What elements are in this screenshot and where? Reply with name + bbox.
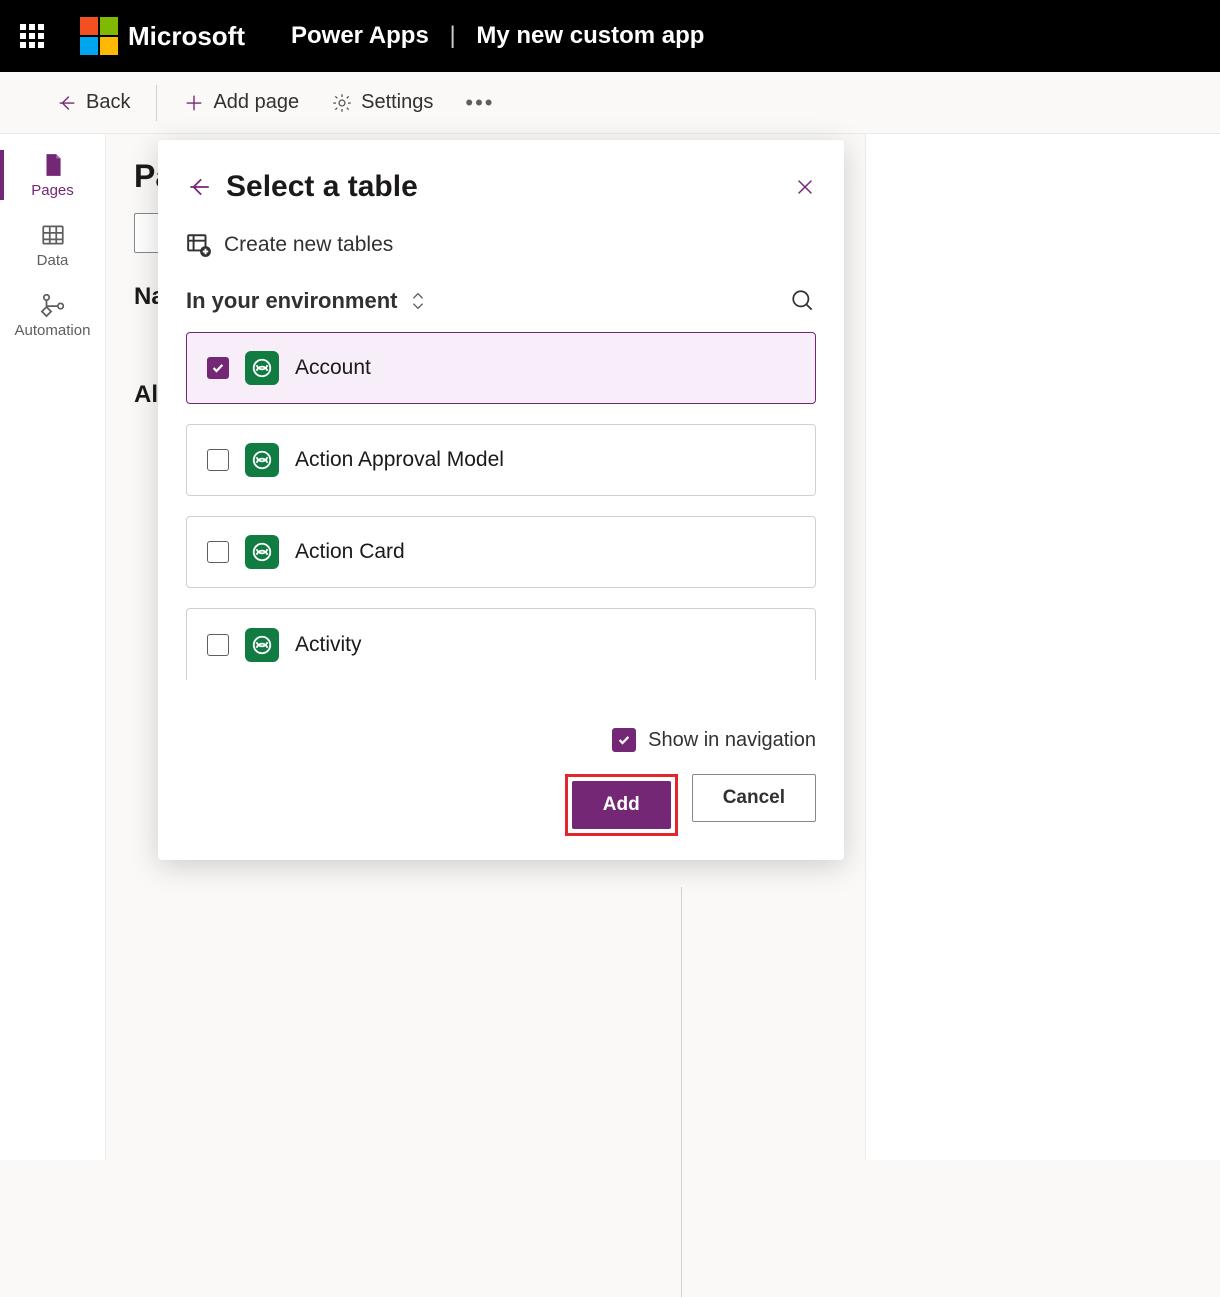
show-in-nav-label: Show in navigation: [648, 729, 816, 752]
gear-icon: [331, 92, 353, 114]
table-row[interactable]: Action Card: [186, 516, 816, 588]
back-label: Back: [86, 91, 130, 114]
checkbox[interactable]: [207, 634, 229, 656]
ellipsis-icon: •••: [465, 90, 494, 116]
table-name: Action Card: [295, 540, 405, 564]
dataverse-table-icon: [245, 351, 279, 385]
create-new-label: Create new tables: [224, 233, 393, 257]
settings-button[interactable]: Settings: [325, 87, 439, 118]
environment-filter[interactable]: In your environment: [186, 288, 816, 314]
dialog-header: Select a table: [186, 170, 816, 204]
dataverse-table-icon: [245, 535, 279, 569]
dataverse-table-icon: [245, 443, 279, 477]
page-icon: [40, 152, 66, 178]
table-name: Activity: [295, 633, 362, 657]
left-rail: Pages Data Automation: [0, 134, 106, 1160]
divider: [156, 85, 157, 121]
create-new-tables-button[interactable]: Create new tables: [186, 232, 816, 258]
add-page-label: Add page: [213, 91, 299, 114]
app-launcher-icon[interactable]: [20, 24, 44, 48]
rail-label: Data: [37, 252, 69, 269]
app-breadcrumb: Power Apps | My new custom app: [291, 22, 704, 50]
dialog-footer: Add Cancel: [186, 774, 816, 836]
table-icon: [40, 222, 66, 248]
arrow-left-icon: [56, 92, 78, 114]
breadcrumb-separator: |: [449, 22, 455, 49]
table-row[interactable]: Action Approval Model: [186, 424, 816, 496]
checkbox[interactable]: [207, 449, 229, 471]
global-header: Microsoft Power Apps | My new custom app: [0, 0, 1220, 72]
dialog-back-icon[interactable]: [186, 174, 212, 200]
table-row[interactable]: Account: [186, 332, 816, 404]
rail-item-pages[interactable]: Pages: [5, 140, 101, 210]
microsoft-logo-icon: [80, 17, 118, 55]
select-table-dialog: Select a table Create new tables In your…: [158, 140, 844, 860]
add-page-button[interactable]: Add page: [177, 87, 305, 118]
env-label: In your environment: [186, 288, 397, 314]
plus-icon: [183, 92, 205, 114]
app-title[interactable]: My new custom app: [476, 22, 704, 49]
command-bar: Back Add page Settings •••: [0, 72, 1220, 134]
checkbox[interactable]: [207, 541, 229, 563]
brand-label: Microsoft: [128, 21, 245, 52]
dataverse-table-icon: [245, 628, 279, 662]
table-name: Account: [295, 356, 371, 380]
rail-label: Pages: [31, 182, 74, 199]
rail-item-automation[interactable]: Automation: [5, 280, 101, 350]
close-icon[interactable]: [794, 176, 816, 198]
checkbox[interactable]: [612, 728, 636, 752]
table-row[interactable]: Activity: [186, 608, 816, 680]
more-button[interactable]: •••: [459, 86, 500, 120]
back-button[interactable]: Back: [50, 87, 136, 118]
add-button[interactable]: Add: [572, 781, 671, 829]
dialog-title: Select a table: [226, 170, 780, 204]
cancel-button[interactable]: Cancel: [692, 774, 816, 822]
sort-icon: [409, 290, 427, 312]
add-label: Add: [603, 794, 640, 816]
rail-label: Automation: [15, 322, 91, 339]
flow-icon: [40, 292, 66, 318]
show-in-nav-option[interactable]: Show in navigation: [186, 728, 816, 752]
table-list: Account Action Approval Model Action Car…: [186, 332, 816, 724]
highlight-annotation: Add: [565, 774, 678, 836]
column-divider: [681, 887, 682, 1297]
cancel-label: Cancel: [723, 787, 785, 809]
preview-panel: [865, 134, 1220, 1160]
app-product[interactable]: Power Apps: [291, 22, 429, 49]
table-name: Action Approval Model: [295, 448, 504, 472]
table-plus-icon: [186, 232, 212, 258]
rail-item-data[interactable]: Data: [5, 210, 101, 280]
search-icon[interactable]: [790, 288, 816, 314]
checkbox[interactable]: [207, 357, 229, 379]
settings-label: Settings: [361, 91, 433, 114]
